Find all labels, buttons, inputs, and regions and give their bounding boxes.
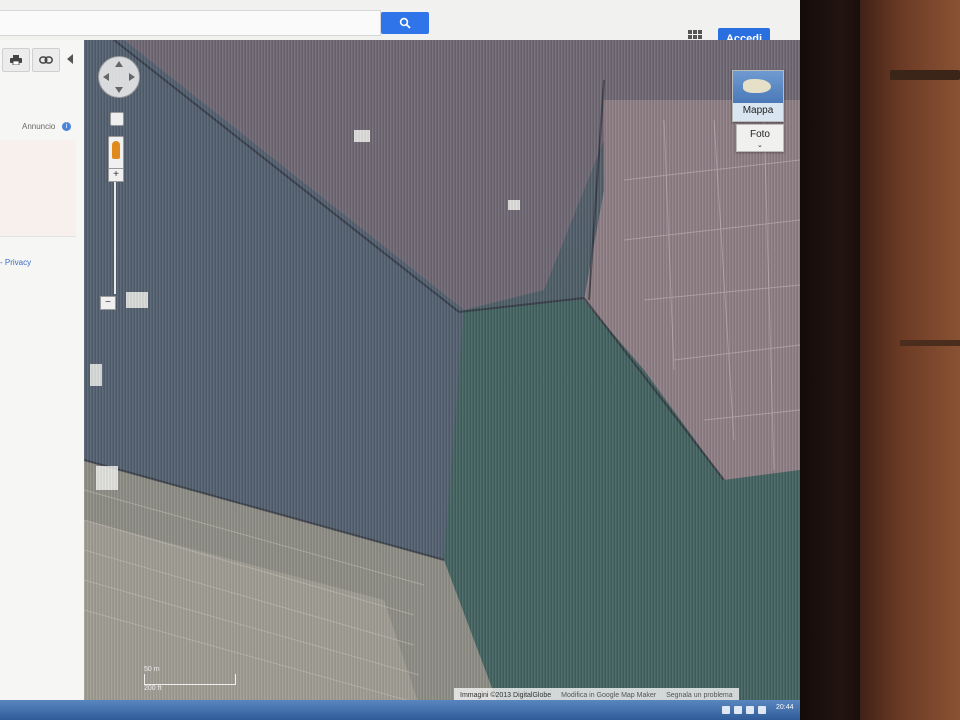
tray-icon[interactable] — [722, 706, 730, 714]
tray-icon[interactable] — [758, 706, 766, 714]
map-type-mappa-button[interactable]: Mappa — [732, 70, 784, 122]
pegman-icon — [112, 141, 120, 159]
pan-left-icon[interactable] — [103, 73, 109, 81]
ad-label: Annuncio — [22, 122, 56, 131]
street-view-pegman[interactable] — [108, 136, 124, 172]
windows-taskbar — [0, 700, 800, 720]
privacy-link[interactable]: - Privacy — [0, 258, 31, 267]
map-type-mappa-label: Mappa — [742, 105, 774, 116]
zoom-in-button[interactable]: + — [108, 168, 124, 182]
chevron-down-icon: ⌄ — [757, 142, 763, 149]
map-type-foto-button[interactable]: Foto ⌄ — [736, 124, 784, 152]
report-problem-link[interactable]: Segnala un problema — [666, 692, 733, 699]
browser-screen: Accedi Annuncio i - Privacy + − Mappa Fo… — [0, 0, 800, 720]
left-panel: Annuncio i - Privacy — [0, 40, 84, 720]
map-maker-link[interactable]: Modifica in Google Map Maker — [561, 692, 656, 699]
zoom-slider[interactable] — [114, 182, 116, 294]
taskbar-clock[interactable]: 20:44 — [776, 704, 794, 711]
link-icon — [39, 56, 53, 64]
satellite-imagery — [84, 40, 800, 720]
system-tray — [722, 702, 766, 718]
search-input[interactable] — [0, 10, 381, 36]
tray-icon[interactable] — [734, 706, 742, 714]
zoom-out-button[interactable]: − — [100, 296, 116, 310]
info-icon[interactable]: i — [62, 122, 71, 131]
monitor-bezel — [790, 0, 860, 720]
ad-box[interactable] — [0, 140, 76, 237]
print-button[interactable] — [2, 48, 30, 72]
scale-metric-label: 50 m — [144, 666, 160, 673]
tray-icon[interactable] — [746, 706, 754, 714]
map-type-foto-label: Foto — [749, 129, 770, 140]
scale-bar — [144, 674, 236, 685]
wall-shelf — [890, 70, 960, 80]
imagery-credit: Immagini ©2013 DigitalGlobe — [460, 691, 552, 699]
pan-down-icon[interactable] — [115, 87, 123, 93]
scale-imperial-label: 200 ft — [144, 685, 162, 692]
map-scale: 50 m 200 ft — [144, 666, 236, 692]
wall-shelf-lower — [900, 340, 960, 346]
search-icon — [399, 17, 411, 29]
background-room — [790, 0, 960, 720]
printer-icon — [10, 55, 22, 65]
search-button[interactable] — [381, 12, 429, 34]
collapse-arrow-icon[interactable] — [67, 54, 73, 64]
satellite-map[interactable]: + − Mappa Foto ⌄ 50 m 200 ft Immagini ©2… — [84, 40, 800, 720]
pan-up-icon[interactable] — [115, 61, 123, 67]
link-button[interactable] — [32, 48, 60, 72]
pan-control[interactable] — [98, 56, 140, 98]
pan-right-icon[interactable] — [129, 73, 135, 81]
google-header: Accedi — [0, 0, 800, 50]
reset-rotation-button[interactable] — [110, 112, 124, 126]
map-thumbnail — [733, 71, 783, 103]
